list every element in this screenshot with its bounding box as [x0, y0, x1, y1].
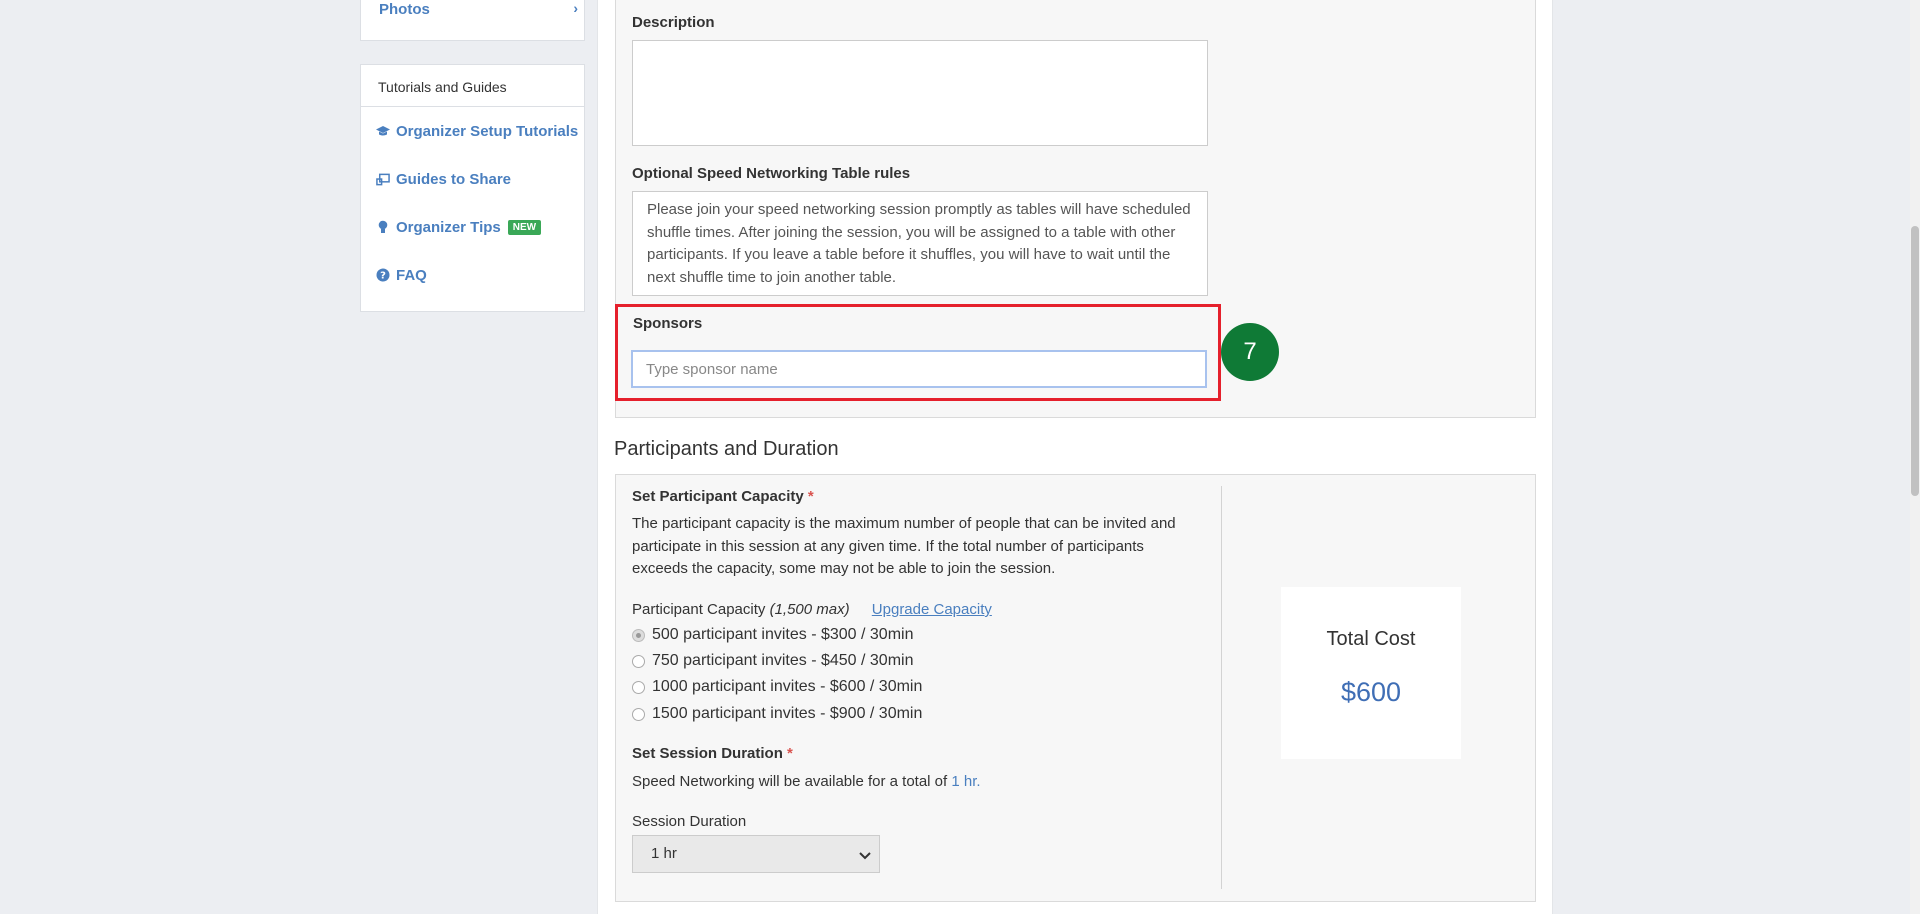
- chevron-right-icon[interactable]: ›: [573, 0, 578, 16]
- option-label: 750 participant invites - $450 / 30min: [652, 652, 914, 669]
- capacity-title-text: Set Participant Capacity: [632, 488, 804, 505]
- tutorials-header: Tutorials and Guides: [361, 65, 584, 107]
- capacity-label: Participant Capacity: [632, 601, 766, 618]
- sidebar-item-label: Guides to Share: [396, 170, 512, 188]
- rules-label: Optional Speed Networking Table rules: [632, 165, 911, 182]
- radio-button[interactable]: [632, 680, 645, 694]
- sidebar-item-photos[interactable]: Photos: [379, 1, 430, 18]
- option-label: 1500 participant invites - $900 / 30min: [652, 705, 923, 722]
- sidebar-tutorials-card: Tutorials and Guides Organizer Setup Tut…: [360, 64, 585, 312]
- session-duration-select[interactable]: 1 hr: [632, 835, 880, 873]
- required-mark: *: [807, 488, 814, 505]
- radio-button[interactable]: [632, 628, 645, 642]
- description-label: Description: [632, 14, 715, 31]
- capacity-max: (1,500 max): [769, 601, 850, 618]
- option-label: 1000 participant invites - $600 / 30min: [652, 678, 923, 695]
- total-cost-title: Total Cost: [1326, 628, 1416, 650]
- duration-title-text: Set Session Duration: [632, 745, 783, 762]
- radio-button[interactable]: [632, 654, 645, 668]
- step-number-badge: 7: [1221, 323, 1279, 381]
- capacity-option-750[interactable]: 750 participant invites - $450 / 30min: [632, 652, 913, 670]
- scrollbar-track[interactable]: [1910, 0, 1920, 914]
- new-badge: NEW: [507, 219, 542, 235]
- selected-value: 1 hr: [651, 845, 677, 862]
- capacity-description: The participant capacity is the maximum …: [632, 515, 1176, 577]
- question-circle-icon: ?: [376, 268, 390, 282]
- sidebar-item-label: FAQ: [396, 266, 427, 284]
- radio-button[interactable]: [632, 707, 645, 721]
- sidebar-item-organizer-setup-tutorials[interactable]: Organizer Setup Tutorials: [361, 107, 584, 155]
- capacity-title: Set Participant Capacity *: [632, 488, 814, 505]
- session-duration-label: Session Duration: [632, 813, 747, 830]
- sidebar-item-guides-to-share[interactable]: Guides to Share: [361, 155, 584, 203]
- scrollbar-thumb[interactable]: [1911, 226, 1919, 496]
- duration-title: Set Session Duration *: [632, 745, 793, 762]
- capacity-option-500[interactable]: 500 participant invites - $300 / 30min: [632, 626, 913, 644]
- rules-text: Please join your speed networking sessio…: [647, 201, 1191, 286]
- description-field[interactable]: [632, 40, 1208, 146]
- sidebar-item-label: Organizer Tips: [396, 218, 501, 236]
- duration-summary: Speed Networking will be available for a…: [632, 773, 981, 790]
- required-mark: *: [787, 745, 793, 762]
- duration-text: Speed Networking will be available for a…: [632, 773, 948, 790]
- capacity-label-row: Participant Capacity (1,500 max) Upgrade…: [632, 601, 992, 618]
- upgrade-capacity-link[interactable]: Upgrade Capacity: [872, 601, 992, 618]
- graduation-cap-icon: [376, 124, 390, 138]
- rules-field[interactable]: Please join your speed networking sessio…: [632, 191, 1208, 296]
- sidebar-photos-card: Photos ›: [360, 0, 585, 41]
- sponsor-name-input[interactable]: [631, 350, 1207, 388]
- capacity-option-1500[interactable]: 1500 participant invites - $900 / 30min: [632, 705, 922, 723]
- vertical-divider: [1221, 486, 1222, 889]
- duration-value: 1 hr.: [951, 773, 981, 790]
- sponsors-label: Sponsors: [633, 315, 703, 332]
- participants-section-title: Participants and Duration: [614, 438, 839, 460]
- sidebar-item-faq[interactable]: ? FAQ: [361, 251, 584, 299]
- sidebar-item-label: Organizer Setup Tutorials: [396, 122, 579, 140]
- screen-share-icon: [376, 172, 390, 186]
- lightbulb-icon: [376, 220, 390, 234]
- capacity-option-1000[interactable]: 1000 participant invites - $600 / 30min: [632, 678, 922, 696]
- sidebar-item-organizer-tips[interactable]: Organizer Tips NEW: [361, 203, 584, 251]
- total-cost-value: $600: [1340, 677, 1402, 707]
- svg-text:?: ?: [380, 271, 386, 282]
- option-label: 500 participant invites - $300 / 30min: [652, 626, 914, 643]
- chevron-down-icon: [859, 847, 871, 864]
- total-cost-card: Total Cost $600: [1281, 587, 1461, 759]
